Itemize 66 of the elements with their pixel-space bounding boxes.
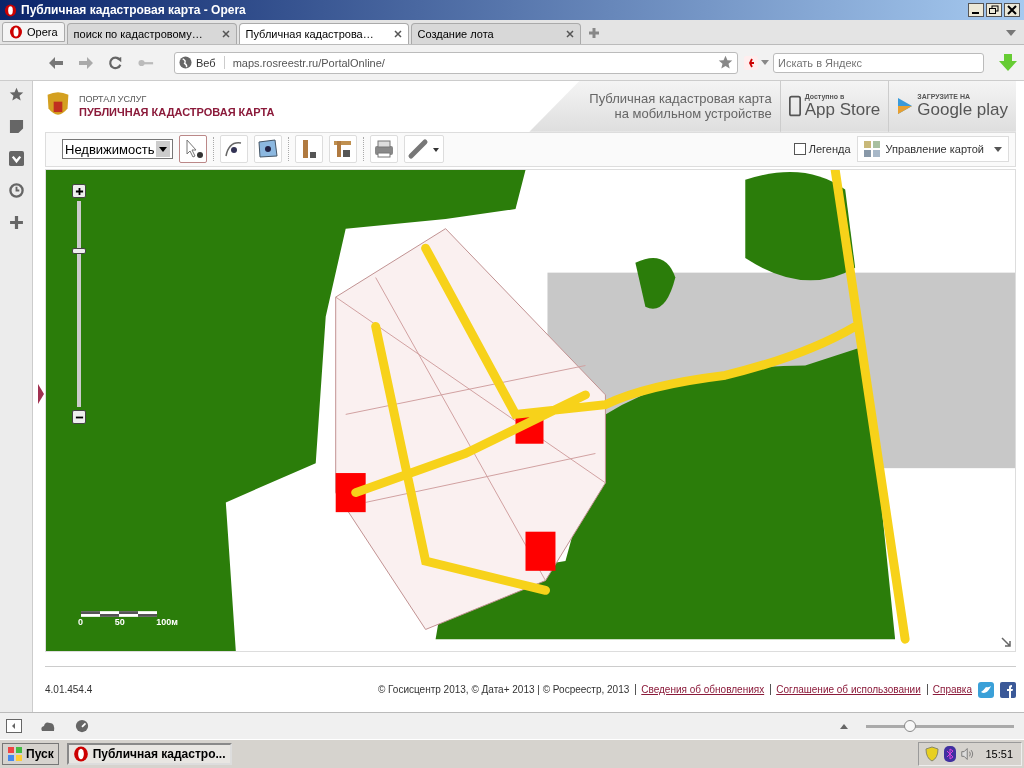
plus-icon <box>74 186 84 196</box>
search-engine-icon[interactable] <box>744 55 769 70</box>
zoom-out-button[interactable] <box>72 410 86 425</box>
close-icon[interactable] <box>393 30 402 38</box>
start-button[interactable]: Пуск <box>2 743 59 765</box>
clock-text: 15:51 <box>985 748 1013 760</box>
banner-text: на мобильном устройстве <box>614 106 772 122</box>
bird-icon[interactable] <box>978 681 994 698</box>
grid-icon <box>863 141 880 158</box>
area-icon[interactable] <box>254 135 283 164</box>
browser-tab[interactable]: Создание лота <box>410 23 581 44</box>
speedometer-icon[interactable] <box>74 719 90 733</box>
legend-checkbox[interactable]: Легенда <box>793 143 851 156</box>
ruler-icon[interactable] <box>295 135 324 164</box>
star-icon[interactable] <box>718 55 733 70</box>
browser-tab[interactable]: поиск по кадастровому… <box>66 23 237 44</box>
footer-link[interactable]: Сведения об обновлениях <box>635 684 765 695</box>
dropdown-icon[interactable] <box>1006 30 1016 36</box>
facebook-icon[interactable] <box>1000 681 1016 698</box>
caret-icon <box>994 146 1002 152</box>
scale-label: 50 <box>114 617 125 628</box>
minimize-icon[interactable] <box>968 3 984 17</box>
panel-toggle-icon[interactable] <box>38 384 44 404</box>
version-text: 4.01.454.4 <box>45 684 93 695</box>
area-ruler-icon[interactable] <box>329 135 358 164</box>
windows-flag-icon <box>7 746 23 762</box>
pointer-icon[interactable] <box>179 135 208 164</box>
curve-icon[interactable] <box>220 135 249 164</box>
portal-label: ПОРТАЛ УСЛУГ <box>79 94 148 105</box>
window-title: Публичная кадастровая карта - Opera <box>21 3 247 17</box>
panel-icon[interactable] <box>6 719 22 733</box>
up-arrow-icon[interactable] <box>840 723 848 729</box>
note-icon[interactable] <box>8 119 24 134</box>
back-icon[interactable] <box>48 55 64 70</box>
resize-icon[interactable] <box>1001 637 1011 648</box>
restore-icon[interactable] <box>986 3 1002 17</box>
address-field[interactable]: Веб maps.rosreestr.ru/PortalOnline/ <box>174 51 738 74</box>
link-icon[interactable] <box>404 135 445 164</box>
search-field[interactable]: Искать в Яндекс <box>773 52 984 73</box>
browser-tab[interactable]: Публичная кадастрова… <box>238 23 409 44</box>
printer-icon[interactable] <box>370 135 399 164</box>
cloud-icon[interactable] <box>40 719 56 733</box>
close-icon[interactable] <box>1004 3 1020 17</box>
footer-link[interactable]: Соглашение об использовании <box>770 684 921 695</box>
new-tab-icon[interactable] <box>586 26 601 40</box>
star-icon[interactable] <box>8 87 24 102</box>
taskbar-button[interactable]: Публичная кадастро... <box>66 743 232 765</box>
download-icon[interactable] <box>8 151 24 166</box>
opera-logo-icon <box>4 3 17 17</box>
map-control-button[interactable]: Управление картой <box>856 136 1009 163</box>
clock-icon[interactable] <box>8 183 24 198</box>
scale-label: 100м <box>156 617 178 628</box>
reload-icon[interactable] <box>108 55 124 70</box>
site-title: ПУБЛИЧНАЯ КАДАСТРОВАЯ КАРТА <box>79 106 275 119</box>
opera-logo-icon <box>72 746 89 762</box>
banner-text: Публичная кадастровая карта <box>589 91 772 107</box>
layer-select[interactable]: Недвижимость <box>62 139 174 160</box>
site-badge: Веб <box>179 56 225 69</box>
opera-menu-button[interactable]: Opera <box>2 22 65 42</box>
scale-label: 0 <box>78 617 83 628</box>
copyright-text: © Госисцентр 2013, © Дата+ 2013 | © Росреестр, 2013 <box>377 684 630 695</box>
add-icon[interactable] <box>8 215 24 230</box>
footer-link[interactable]: Справка <box>926 684 972 695</box>
zoom-in-button[interactable] <box>72 184 86 199</box>
bluetooth-icon[interactable] <box>943 746 958 762</box>
opera-logo-icon <box>9 25 23 39</box>
